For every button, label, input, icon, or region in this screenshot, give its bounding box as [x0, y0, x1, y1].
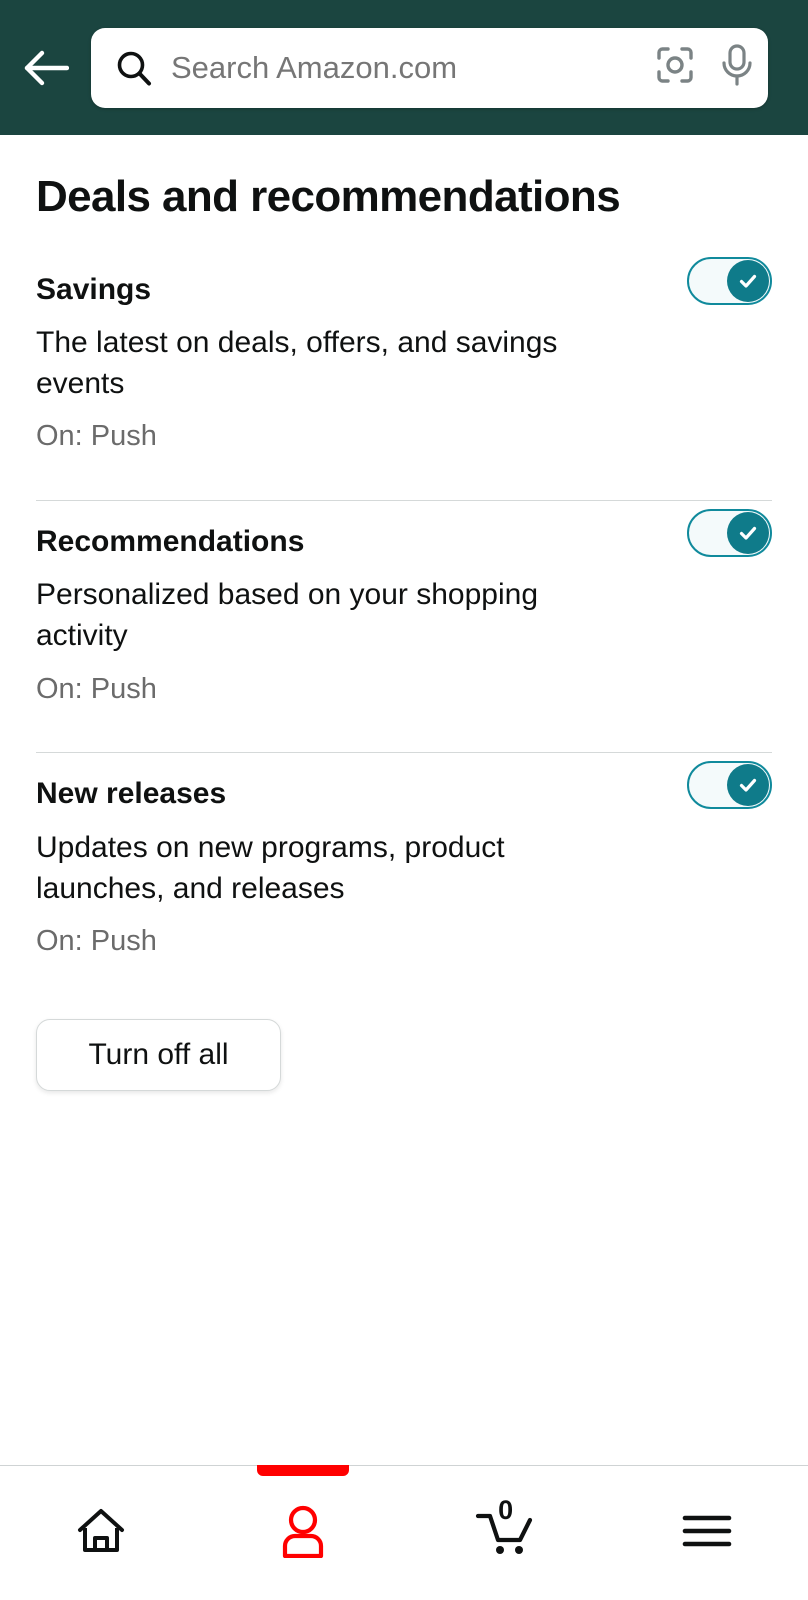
preference-status: On: Push — [36, 420, 157, 453]
arrow-left-icon — [23, 49, 69, 87]
page-title: Deals and recommendations — [36, 172, 621, 221]
camera-lens-scan-button[interactable] — [644, 28, 706, 108]
preference-row: Recommendations Personalized based on yo… — [0, 501, 808, 752]
check-icon — [736, 269, 760, 293]
nav-item-home[interactable] — [0, 1466, 202, 1600]
check-icon — [736, 521, 760, 545]
preference-toggle[interactable] — [687, 508, 772, 557]
preference-toggle[interactable] — [687, 761, 772, 810]
turn-off-all-button[interactable]: Turn off all — [36, 1018, 281, 1091]
preference-description: The latest on deals, offers, and savings… — [36, 326, 558, 401]
preference-toggle[interactable] — [687, 256, 772, 305]
active-tab-indicator — [257, 1464, 349, 1476]
preference-description: Updates on new programs, product launche… — [36, 830, 505, 905]
toggle-knob — [727, 511, 769, 554]
nav-item-menu[interactable] — [606, 1466, 808, 1600]
nav-item-account[interactable] — [202, 1464, 404, 1600]
preference-title: Savings — [36, 272, 152, 306]
back-button[interactable] — [0, 0, 91, 135]
person-icon — [278, 1504, 328, 1563]
toggle-knob — [727, 259, 769, 302]
app-root: Deals and recommendations Savings — [0, 0, 808, 1600]
search-input[interactable] — [171, 27, 644, 108]
preference-status: On: Push — [36, 924, 157, 957]
turn-off-all-container: Turn off all — [0, 1018, 808, 1091]
home-icon — [75, 1506, 127, 1561]
preference-description: Personalized based on your shopping acti… — [36, 578, 539, 653]
preference-row: Savings The latest on deals, offers, and… — [0, 249, 808, 500]
check-icon — [736, 773, 760, 797]
preference-status: On: Push — [36, 672, 157, 705]
nav-item-cart[interactable]: 0 — [404, 1466, 606, 1600]
hamburger-menu-icon — [681, 1512, 733, 1555]
preference-title: New releases — [36, 777, 227, 811]
camera-lens-scan-icon — [653, 43, 697, 92]
preferences-list: Savings The latest on deals, offers, and… — [0, 249, 808, 961]
toggle-knob — [727, 764, 769, 807]
cart-badge-count: 0 — [498, 1494, 514, 1525]
search-icon — [115, 49, 153, 87]
voice-search-button[interactable] — [706, 28, 768, 108]
bottom-navigation-bar: 0 — [0, 1464, 808, 1600]
page-content: Deals and recommendations Savings The la… — [0, 135, 808, 1465]
preference-row: New releases Updates on new programs, pr… — [0, 753, 808, 960]
preference-title: Recommendations — [36, 524, 305, 558]
app-header — [0, 0, 808, 135]
search-bar[interactable] — [91, 27, 768, 108]
microphone-icon — [717, 42, 757, 93]
